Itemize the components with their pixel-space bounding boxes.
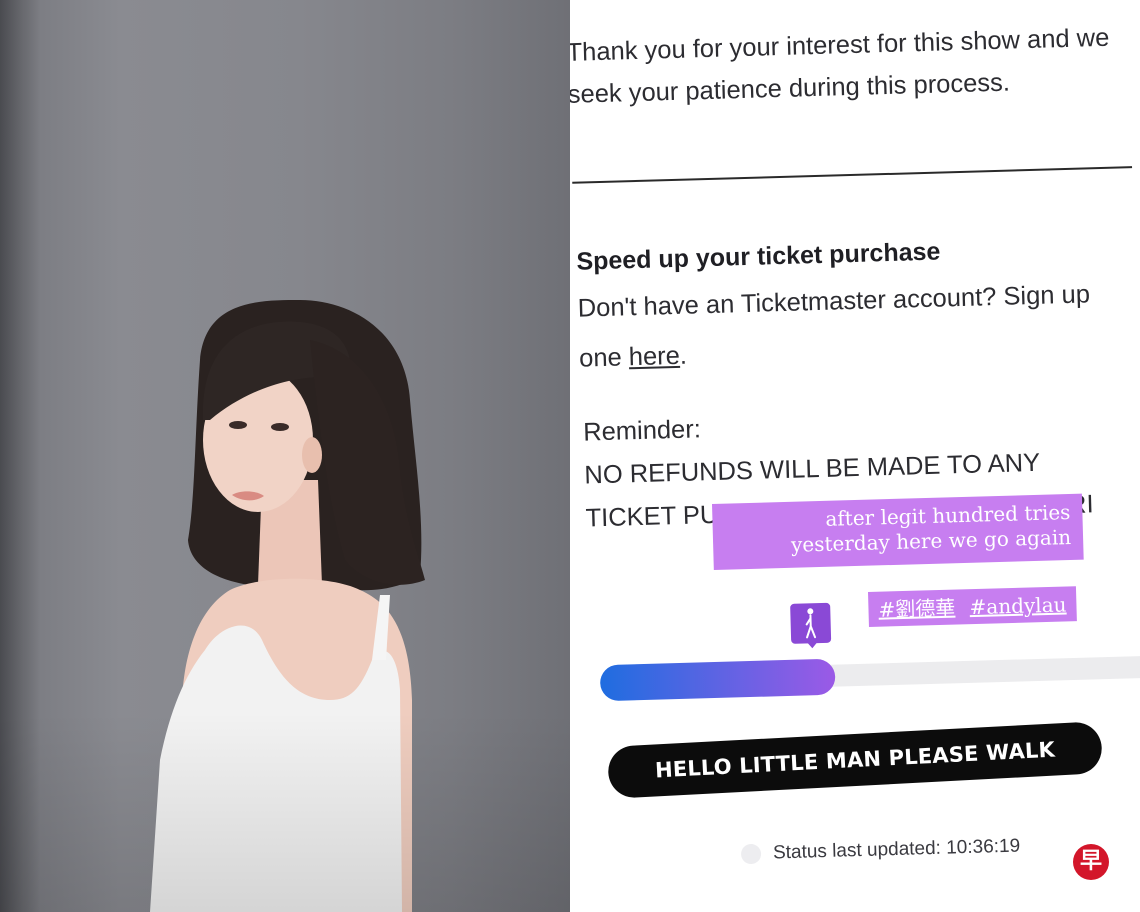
story-caption: after legit hundred tries yesterday here…: [712, 493, 1084, 570]
speed-body: Don't have an Ticketmaster account? Sign…: [577, 268, 1125, 383]
photo-shadow: [0, 712, 570, 912]
speed-body-suffix: .: [679, 341, 688, 370]
status-line: Status last updated: 10:36:19: [740, 835, 1021, 866]
status-indicator-icon: [740, 843, 762, 865]
queue-progress-bar: [599, 655, 1140, 702]
signup-link[interactable]: here: [628, 342, 680, 371]
status-text: Status last updated: 10:36:19: [772, 835, 1021, 864]
speed-heading: Speed up your ticket purchase: [576, 237, 941, 276]
walking-person-icon: [790, 602, 832, 644]
queue-progress-fill: [599, 658, 836, 702]
hashtag-2[interactable]: #andylau: [969, 592, 1067, 619]
hashtag-1[interactable]: #劉德華: [878, 596, 955, 622]
zaobao-logo: 早: [1073, 844, 1109, 880]
intro-text: Thank you for your interest for this sho…: [570, 23, 1110, 109]
portrait-photo: [0, 0, 570, 912]
divider: [572, 166, 1133, 184]
hashtag-sticker: #劉德華 #andylau: [868, 586, 1077, 627]
